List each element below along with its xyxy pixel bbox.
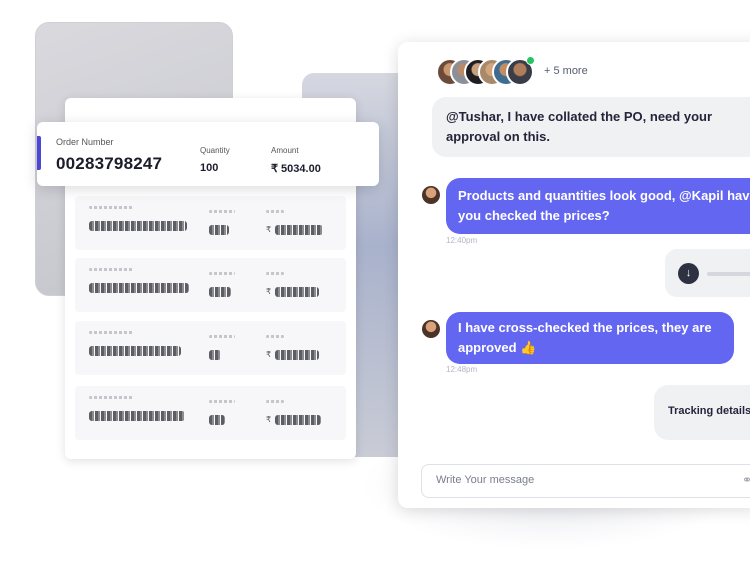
- row-order-number-value: [89, 283, 189, 293]
- voice-progress-bar[interactable]: [707, 272, 750, 276]
- order-number-value: 00283798247: [56, 154, 163, 173]
- row-quantity-label: [209, 400, 235, 403]
- row-quantity-value: [209, 350, 221, 360]
- more-participants-label[interactable]: + 5 more: [544, 65, 588, 77]
- order-summary-card[interactable]: Order Number 00283798247 Quantity 100 Am…: [37, 122, 379, 186]
- row-amount-label: [266, 210, 284, 213]
- row-amount-label: [266, 272, 284, 275]
- message-input[interactable]: [434, 473, 738, 487]
- tracking-details-bubble[interactable]: Tracking details: [654, 385, 750, 440]
- row-order-number-value: [89, 221, 187, 231]
- row-order-number-label: [89, 268, 133, 271]
- row-rupee-symbol: ₹: [266, 225, 272, 234]
- sender-avatar: [422, 186, 440, 204]
- tracking-details-text: Tracking details: [668, 405, 750, 417]
- play-arrow-icon[interactable]: ↓: [678, 263, 699, 284]
- message-bubble-incoming: @Tushar, I have collated the PO, need yo…: [432, 97, 750, 157]
- message-bubble-outgoing: I have cross-checked the prices, they ar…: [446, 312, 734, 364]
- row-quantity-label: [209, 335, 235, 338]
- amount-label: Amount: [271, 146, 299, 155]
- row-order-number-value: [89, 346, 181, 356]
- order-list-row[interactable]: ₹: [75, 321, 346, 375]
- row-amount-label: [266, 335, 284, 338]
- row-rupee-symbol: ₹: [266, 350, 272, 359]
- participant-avatars[interactable]: [436, 56, 546, 86]
- row-order-number-label: [89, 206, 133, 209]
- message-bubble-outgoing: Products and quantities look good, @Kapi…: [446, 178, 750, 234]
- row-rupee-symbol: ₹: [266, 415, 272, 424]
- order-number-label: Order Number: [56, 137, 114, 147]
- message-text: @Tushar, I have collated the PO, need yo…: [446, 109, 713, 144]
- row-order-number-label: [89, 396, 133, 399]
- row-amount-label: [266, 400, 284, 403]
- voice-message[interactable]: ↓: [665, 249, 750, 297]
- online-status-dot: [526, 56, 535, 65]
- row-amount-value: [275, 225, 323, 235]
- paperclip-icon[interactable]: ⚭: [742, 473, 750, 487]
- row-quantity-value: [209, 225, 229, 235]
- message-compose-box[interactable]: ⚭: [421, 464, 750, 498]
- order-list-row[interactable]: ₹: [75, 196, 346, 250]
- amount-value: ₹ 5034.00: [271, 163, 321, 175]
- message-text: I have cross-checked the prices, they ar…: [458, 320, 712, 355]
- row-quantity-label: [209, 210, 235, 213]
- order-list-row[interactable]: ₹: [75, 258, 346, 312]
- row-rupee-symbol: ₹: [266, 287, 272, 296]
- row-amount-value: [275, 415, 321, 425]
- row-order-number-value: [89, 411, 185, 421]
- message-timestamp: 12:40pm: [446, 236, 478, 245]
- row-quantity-value: [209, 415, 225, 425]
- row-amount-value: [275, 287, 319, 297]
- message-timestamp: 12:48pm: [446, 365, 478, 374]
- quantity-label: Quantity: [200, 146, 230, 155]
- chat-panel: + 5 more @Tushar, I have collated the PO…: [398, 42, 750, 508]
- sender-avatar: [422, 320, 440, 338]
- message-text: Products and quantities look good, @Kapi…: [458, 188, 750, 223]
- row-quantity-value: [209, 287, 231, 297]
- row-amount-value: [275, 350, 319, 360]
- order-list-row[interactable]: ₹: [75, 386, 346, 440]
- quantity-value: 100: [200, 162, 219, 174]
- row-quantity-label: [209, 272, 235, 275]
- order-card-accent-bar: [37, 136, 41, 170]
- row-order-number-label: [89, 331, 133, 334]
